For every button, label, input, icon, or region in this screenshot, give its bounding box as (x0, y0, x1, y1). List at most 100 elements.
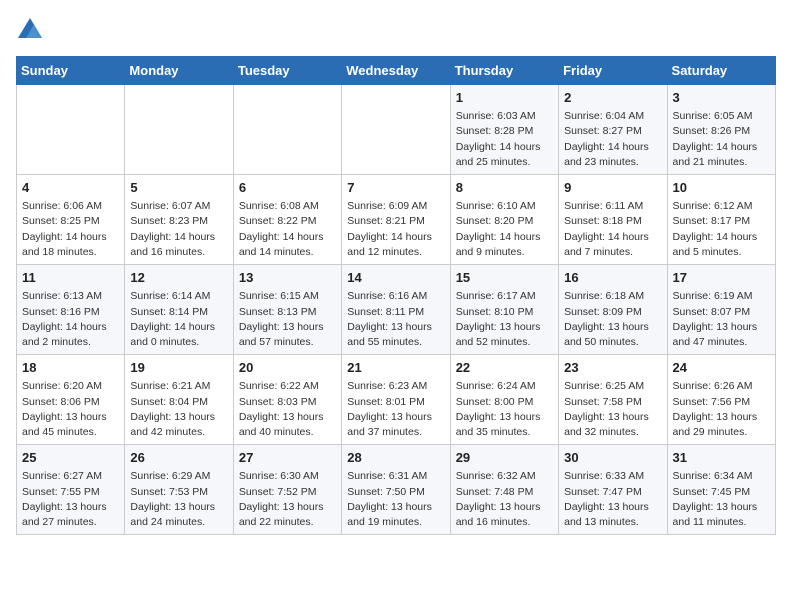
calendar-week-row: 25 Sunrise: 6:27 AM Sunset: 7:55 PM Dayli… (17, 445, 776, 535)
day-number: 20 (239, 359, 336, 377)
day-number: 26 (130, 449, 227, 467)
logo-icon (16, 16, 44, 44)
day-info: Sunrise: 6:06 AM Sunset: 8:25 PM Dayligh… (22, 199, 119, 260)
calendar-cell: 14 Sunrise: 6:16 AM Sunset: 8:11 PM Dayli… (342, 265, 450, 355)
day-number: 8 (456, 179, 553, 197)
calendar-cell (125, 85, 233, 175)
calendar-cell: 29 Sunrise: 6:32 AM Sunset: 7:48 PM Dayli… (450, 445, 558, 535)
day-info: Sunrise: 6:18 AM Sunset: 8:09 PM Dayligh… (564, 289, 661, 350)
calendar-header-row: SundayMondayTuesdayWednesdayThursdayFrid… (17, 57, 776, 85)
day-info: Sunrise: 6:03 AM Sunset: 8:28 PM Dayligh… (456, 109, 553, 170)
calendar-table: SundayMondayTuesdayWednesdayThursdayFrid… (16, 56, 776, 535)
calendar-cell: 17 Sunrise: 6:19 AM Sunset: 8:07 PM Dayli… (667, 265, 775, 355)
calendar-cell (233, 85, 341, 175)
calendar-cell: 24 Sunrise: 6:26 AM Sunset: 7:56 PM Dayli… (667, 355, 775, 445)
calendar-cell: 13 Sunrise: 6:15 AM Sunset: 8:13 PM Dayli… (233, 265, 341, 355)
day-info: Sunrise: 6:31 AM Sunset: 7:50 PM Dayligh… (347, 469, 444, 530)
day-number: 7 (347, 179, 444, 197)
calendar-cell: 15Sunrise: 6:17 AM Sunset: 8:10 PM Dayli… (450, 265, 558, 355)
calendar-cell: 22Sunrise: 6:24 AM Sunset: 8:00 PM Dayli… (450, 355, 558, 445)
day-info: Sunrise: 6:07 AM Sunset: 8:23 PM Dayligh… (130, 199, 227, 260)
calendar-cell: 18 Sunrise: 6:20 AM Sunset: 8:06 PM Dayli… (17, 355, 125, 445)
day-info: Sunrise: 6:27 AM Sunset: 7:55 PM Dayligh… (22, 469, 119, 530)
day-number: 1 (456, 89, 553, 107)
day-number: 28 (347, 449, 444, 467)
calendar-cell: 27Sunrise: 6:30 AM Sunset: 7:52 PM Dayli… (233, 445, 341, 535)
weekday-header: Thursday (450, 57, 558, 85)
day-info: Sunrise: 6:30 AM Sunset: 7:52 PM Dayligh… (239, 469, 336, 530)
calendar-cell: 28 Sunrise: 6:31 AM Sunset: 7:50 PM Dayli… (342, 445, 450, 535)
calendar-week-row: 1 Sunrise: 6:03 AM Sunset: 8:28 PM Daylig… (17, 85, 776, 175)
day-number: 25 (22, 449, 119, 467)
day-number: 10 (673, 179, 770, 197)
day-info: Sunrise: 6:12 AM Sunset: 8:17 PM Dayligh… (673, 199, 770, 260)
calendar-cell: 3Sunrise: 6:05 AM Sunset: 8:26 PM Daylig… (667, 85, 775, 175)
calendar-cell: 7 Sunrise: 6:09 AM Sunset: 8:21 PM Daylig… (342, 175, 450, 265)
calendar-cell: 16 Sunrise: 6:18 AM Sunset: 8:09 PM Dayli… (559, 265, 667, 355)
day-info: Sunrise: 6:21 AM Sunset: 8:04 PM Dayligh… (130, 379, 227, 440)
day-number: 4 (22, 179, 119, 197)
calendar-cell: 11 Sunrise: 6:13 AM Sunset: 8:16 PM Dayli… (17, 265, 125, 355)
day-number: 23 (564, 359, 661, 377)
day-info: Sunrise: 6:11 AM Sunset: 8:18 PM Dayligh… (564, 199, 661, 260)
weekday-header: Saturday (667, 57, 775, 85)
day-info: Sunrise: 6:09 AM Sunset: 8:21 PM Dayligh… (347, 199, 444, 260)
day-info: Sunrise: 6:25 AM Sunset: 7:58 PM Dayligh… (564, 379, 661, 440)
day-info: Sunrise: 6:15 AM Sunset: 8:13 PM Dayligh… (239, 289, 336, 350)
calendar-cell (342, 85, 450, 175)
day-number: 17 (673, 269, 770, 287)
day-info: Sunrise: 6:19 AM Sunset: 8:07 PM Dayligh… (673, 289, 770, 350)
page-header (16, 16, 776, 44)
day-number: 29 (456, 449, 553, 467)
day-number: 12 (130, 269, 227, 287)
day-number: 31 (673, 449, 770, 467)
day-info: Sunrise: 6:08 AM Sunset: 8:22 PM Dayligh… (239, 199, 336, 260)
calendar-cell: 25 Sunrise: 6:27 AM Sunset: 7:55 PM Dayli… (17, 445, 125, 535)
day-number: 19 (130, 359, 227, 377)
day-number: 9 (564, 179, 661, 197)
calendar-cell: 10 Sunrise: 6:12 AM Sunset: 8:17 PM Dayli… (667, 175, 775, 265)
day-info: Sunrise: 6:23 AM Sunset: 8:01 PM Dayligh… (347, 379, 444, 440)
calendar-cell: 8 Sunrise: 6:10 AM Sunset: 8:20 PM Daylig… (450, 175, 558, 265)
weekday-header: Sunday (17, 57, 125, 85)
calendar-cell: 30Sunrise: 6:33 AM Sunset: 7:47 PM Dayli… (559, 445, 667, 535)
day-info: Sunrise: 6:29 AM Sunset: 7:53 PM Dayligh… (130, 469, 227, 530)
calendar-cell: 20 Sunrise: 6:22 AM Sunset: 8:03 PM Dayli… (233, 355, 341, 445)
weekday-header: Tuesday (233, 57, 341, 85)
day-info: Sunrise: 6:10 AM Sunset: 8:20 PM Dayligh… (456, 199, 553, 260)
calendar-week-row: 18 Sunrise: 6:20 AM Sunset: 8:06 PM Dayli… (17, 355, 776, 445)
day-number: 24 (673, 359, 770, 377)
day-info: Sunrise: 6:24 AM Sunset: 8:00 PM Dayligh… (456, 379, 553, 440)
weekday-header: Friday (559, 57, 667, 85)
day-info: Sunrise: 6:14 AM Sunset: 8:14 PM Dayligh… (130, 289, 227, 350)
day-number: 11 (22, 269, 119, 287)
calendar-cell: 19 Sunrise: 6:21 AM Sunset: 8:04 PM Dayli… (125, 355, 233, 445)
day-number: 14 (347, 269, 444, 287)
day-number: 5 (130, 179, 227, 197)
day-info: Sunrise: 6:22 AM Sunset: 8:03 PM Dayligh… (239, 379, 336, 440)
day-number: 2 (564, 89, 661, 107)
day-info: Sunrise: 6:26 AM Sunset: 7:56 PM Dayligh… (673, 379, 770, 440)
day-number: 15 (456, 269, 553, 287)
day-info: Sunrise: 6:13 AM Sunset: 8:16 PM Dayligh… (22, 289, 119, 350)
logo (16, 16, 46, 44)
calendar-cell: 9 Sunrise: 6:11 AM Sunset: 8:18 PM Daylig… (559, 175, 667, 265)
calendar-week-row: 11 Sunrise: 6:13 AM Sunset: 8:16 PM Dayli… (17, 265, 776, 355)
calendar-week-row: 4 Sunrise: 6:06 AM Sunset: 8:25 PM Daylig… (17, 175, 776, 265)
day-number: 21 (347, 359, 444, 377)
day-info: Sunrise: 6:20 AM Sunset: 8:06 PM Dayligh… (22, 379, 119, 440)
day-number: 16 (564, 269, 661, 287)
day-info: Sunrise: 6:32 AM Sunset: 7:48 PM Dayligh… (456, 469, 553, 530)
calendar-cell (17, 85, 125, 175)
calendar-cell: 31 Sunrise: 6:34 AM Sunset: 7:45 PM Dayli… (667, 445, 775, 535)
day-info: Sunrise: 6:34 AM Sunset: 7:45 PM Dayligh… (673, 469, 770, 530)
day-number: 13 (239, 269, 336, 287)
calendar-cell: 6Sunrise: 6:08 AM Sunset: 8:22 PM Daylig… (233, 175, 341, 265)
day-info: Sunrise: 6:33 AM Sunset: 7:47 PM Dayligh… (564, 469, 661, 530)
calendar-cell: 23 Sunrise: 6:25 AM Sunset: 7:58 PM Dayli… (559, 355, 667, 445)
weekday-header: Monday (125, 57, 233, 85)
day-info: Sunrise: 6:16 AM Sunset: 8:11 PM Dayligh… (347, 289, 444, 350)
day-number: 18 (22, 359, 119, 377)
calendar-cell: 26 Sunrise: 6:29 AM Sunset: 7:53 PM Dayli… (125, 445, 233, 535)
calendar-cell: 12 Sunrise: 6:14 AM Sunset: 8:14 PM Dayli… (125, 265, 233, 355)
